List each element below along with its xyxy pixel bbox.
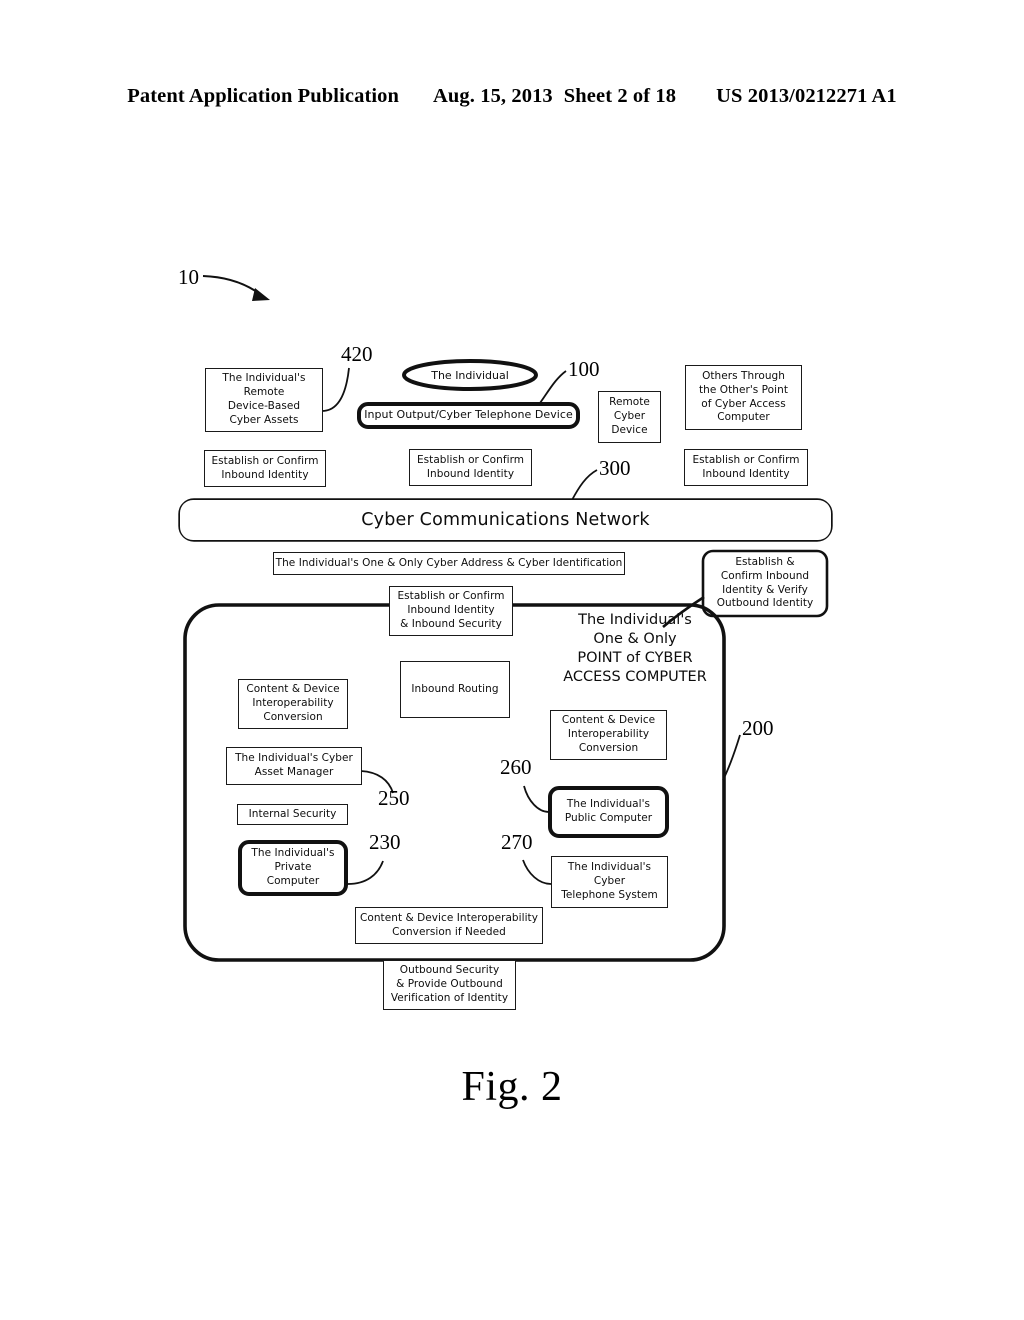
establish-center-line-1: Establish or Confirm xyxy=(416,453,525,466)
others-access-line-1: Others Through xyxy=(702,369,785,382)
remote-cyber-device-line-1: Remote xyxy=(609,396,650,409)
remote-device-cyber-assets-box[interactable]: The Individual's Remote Device-Based Cyb… xyxy=(205,368,323,432)
cyber-telephone-line-3: Telephone System xyxy=(561,888,658,901)
conversion-if-needed-line-2: Conversion if Needed xyxy=(392,925,506,938)
leader-100 xyxy=(539,370,567,404)
remote-assets-line-1: The Individual's xyxy=(222,372,306,385)
remote-assets-line-4: Cyber Assets xyxy=(229,413,299,426)
cyber-telephone-system-box[interactable]: The Individual's Cyber Telephone System xyxy=(551,856,668,908)
establish-confirm-inbound-identity-left-box[interactable]: Establish or Confirm Inbound Identity xyxy=(204,450,326,487)
establish-left-line-2: Inbound Identity xyxy=(221,468,309,481)
ref-10: 10 xyxy=(178,265,199,289)
internal-security-box[interactable]: Internal Security xyxy=(237,804,348,825)
inbound-identity-line-3: & Inbound Security xyxy=(400,617,502,630)
ref-200: 200 xyxy=(742,716,774,740)
leader-230 xyxy=(347,860,384,885)
ref-250: 250 xyxy=(378,786,410,810)
pcac-title-line-2: One & Only xyxy=(593,630,677,647)
right-conversion-line-3: Conversion xyxy=(578,741,639,754)
io-device-label: Input Output/Cyber Telephone Device xyxy=(364,408,573,422)
others-access-line-2: the Other's Point xyxy=(699,383,788,396)
public-computer-line-2: Public Computer xyxy=(564,812,653,824)
establish-confirm-inbound-identity-center-box[interactable]: Establish or Confirm Inbound Identity xyxy=(409,449,532,486)
left-content-device-conversion-box[interactable]: Content & Device Interoperability Conver… xyxy=(238,679,348,729)
verify-box-line-1: Establish & xyxy=(735,555,795,568)
outbound-security-line-2: & Provide Outbound xyxy=(396,978,503,991)
leader-270 xyxy=(522,859,552,885)
outbound-security-box[interactable]: Outbound Security & Provide Outbound Ver… xyxy=(383,960,516,1010)
ref-270: 270 xyxy=(501,830,533,854)
outbound-security-line-3: Verification of Identity xyxy=(390,991,509,1004)
system-leader-arrow xyxy=(202,274,270,301)
establish-left-line-1: Establish or Confirm xyxy=(211,454,319,467)
verify-box-line-3: Identity & Verify xyxy=(722,583,808,596)
leader-420 xyxy=(321,367,350,412)
network-label-text: Cyber Communications Network xyxy=(361,510,650,530)
private-computer-line-3: Computer xyxy=(266,874,320,887)
inbound-routing-box[interactable]: Inbound Routing xyxy=(400,661,510,718)
pcac-title-line-1: The Individual's xyxy=(578,612,692,628)
establish-inbound-identity-security-box[interactable]: Establish or Confirm Inbound Identity & … xyxy=(389,586,513,636)
input-output-cyber-telephone-device-box[interactable]: Input Output/Cyber Telephone Device xyxy=(357,402,580,429)
right-conversion-line-2: Interoperability xyxy=(567,728,650,741)
right-content-device-conversion-box[interactable]: Content & Device Interoperability Conver… xyxy=(550,710,667,760)
public-computer-box[interactable]: The Individual's Public Computer xyxy=(548,786,669,838)
establish-right-line-2: Inbound Identity xyxy=(702,467,790,480)
leader-260 xyxy=(523,785,550,813)
internal-security-label: Internal Security xyxy=(248,807,337,820)
conversion-if-needed-box[interactable]: Content & Device Interoperability Conver… xyxy=(355,907,543,944)
inbound-identity-line-2: Inbound Identity xyxy=(407,604,495,617)
others-access-line-3: of Cyber Access xyxy=(701,397,786,410)
remote-cyber-device-line-3: Device xyxy=(611,423,648,436)
establish-confirm-inbound-identity-right-box[interactable]: Establish or Confirm Inbound Identity xyxy=(684,449,808,486)
ref-230: 230 xyxy=(369,830,401,854)
outbound-security-line-1: Outbound Security xyxy=(399,964,500,977)
the-individual-label: The Individual xyxy=(431,369,509,382)
left-conversion-line-2: Interoperability xyxy=(252,697,334,710)
verify-box-line-2: Confirm Inbound xyxy=(720,569,810,582)
inbound-routing-label: Inbound Routing xyxy=(411,682,499,695)
cyber-telephone-line-2: Cyber xyxy=(593,875,626,888)
ref-300: 300 xyxy=(599,456,631,480)
verify-box-line-4: Outbound Identity xyxy=(716,597,814,610)
ref-420: 420 xyxy=(341,342,373,366)
private-computer-line-2: Private xyxy=(274,861,312,874)
right-conversion-line-1: Content & Device xyxy=(561,714,656,727)
establish-right-line-1: Establish or Confirm xyxy=(692,453,800,466)
private-computer-box[interactable]: The Individual's Private Computer xyxy=(238,840,348,896)
left-conversion-line-1: Content & Device xyxy=(246,683,340,696)
left-conversion-line-3: Conversion xyxy=(263,710,323,723)
figure-caption: Fig. 2 xyxy=(461,1064,563,1110)
cyber-telephone-line-1: The Individual's xyxy=(567,861,652,874)
remote-cyber-device-line-2: Cyber xyxy=(613,410,646,423)
remote-assets-line-3: Device-Based xyxy=(227,400,301,412)
asset-manager-line-2: Asset Manager xyxy=(254,766,334,778)
cyber-address-identification-box[interactable]: The Individual's One & Only Cyber Addres… xyxy=(273,552,625,575)
establish-center-line-2: Inbound Identity xyxy=(426,467,515,480)
others-point-of-cyber-access-box[interactable]: Others Through the Other's Point of Cybe… xyxy=(685,365,802,430)
pcac-title-line-4: ACCESS COMPUTER xyxy=(563,668,707,685)
inbound-identity-line-1: Establish or Confirm xyxy=(397,590,505,603)
figure-drawing xyxy=(178,274,833,962)
cyber-communications-network-label[interactable]: Cyber Communications Network xyxy=(180,500,831,540)
cyber-asset-manager-box[interactable]: The Individual's Cyber Asset Manager xyxy=(226,747,362,785)
leader-300 xyxy=(571,469,598,501)
private-computer-line-1: The Individual's xyxy=(251,847,335,860)
point-of-cyber-access-computer-title: The Individual's One & Only POINT of CYB… xyxy=(540,611,730,686)
remote-assets-line-2: Remote xyxy=(243,386,285,399)
remote-cyber-device-box[interactable]: Remote Cyber Device xyxy=(598,391,661,443)
public-computer-line-1: The Individual's xyxy=(566,798,651,811)
pcac-title-line-3: POINT of CYBER xyxy=(577,649,693,666)
others-access-line-4: Computer xyxy=(717,411,770,424)
ref-100: 100 xyxy=(568,357,600,381)
ref-260: 260 xyxy=(500,755,532,779)
establish-confirm-verify-identity-box[interactable]: Establish & Confirm Inbound Identity & V… xyxy=(703,551,827,616)
asset-manager-line-1: The Individual's Cyber xyxy=(235,752,353,765)
cyber-address-label: The Individual's One & Only Cyber Addres… xyxy=(275,556,623,569)
conversion-if-needed-line-1: Content & Device Interoperability xyxy=(360,911,538,924)
